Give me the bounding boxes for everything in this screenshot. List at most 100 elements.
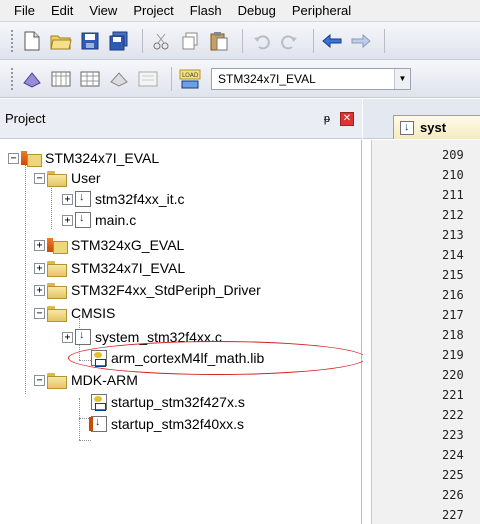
tree-label: stm32f4xx_it.c bbox=[95, 191, 185, 207]
pin-icon[interactable]: ᵽ bbox=[324, 113, 330, 125]
line-number: 219 bbox=[442, 348, 464, 362]
line-number: 210 bbox=[442, 168, 464, 182]
menu-file[interactable]: File bbox=[6, 3, 43, 18]
file-icon bbox=[75, 212, 91, 228]
translate-icon[interactable] bbox=[20, 67, 44, 91]
tree-node-stdperiph[interactable]: + STM32F4xx_StdPeriph_Driver bbox=[34, 280, 261, 300]
undo-icon[interactable] bbox=[249, 29, 273, 53]
tree-label: STM324x7I_EVAL bbox=[71, 260, 186, 276]
rebuild-icon[interactable] bbox=[78, 67, 102, 91]
save-all-icon[interactable] bbox=[107, 29, 131, 53]
build-icon[interactable] bbox=[49, 67, 73, 91]
line-number: 218 bbox=[442, 328, 464, 342]
menu-bar: File Edit View Project Flash Debug Perip… bbox=[0, 0, 480, 22]
expand-icon[interactable]: + bbox=[34, 262, 45, 274]
save-icon[interactable] bbox=[78, 29, 102, 53]
svg-text:LOAD: LOAD bbox=[182, 72, 199, 79]
cut-icon[interactable] bbox=[149, 29, 173, 53]
editor-tab-label: syst bbox=[420, 120, 447, 135]
line-number: 212 bbox=[442, 208, 464, 222]
asm-file-icon bbox=[91, 394, 107, 411]
editor-tab[interactable]: syst bbox=[393, 115, 480, 139]
line-number: 224 bbox=[442, 448, 464, 462]
collapse-icon[interactable]: − bbox=[8, 152, 19, 164]
forward-arrow-icon[interactable] bbox=[349, 29, 373, 53]
tree-label: startup_stm32f40xx.s bbox=[111, 416, 245, 432]
collapse-icon[interactable]: − bbox=[34, 172, 45, 184]
tree-node-cmsis[interactable]: − CMSIS bbox=[34, 303, 115, 323]
new-file-icon[interactable] bbox=[20, 29, 44, 53]
target-icon bbox=[47, 238, 68, 254]
toolbar-grip[interactable] bbox=[10, 28, 14, 53]
menu-debug[interactable]: Debug bbox=[230, 3, 284, 18]
toolbar-separator bbox=[242, 28, 243, 53]
line-number-gutter: 209 210 211 212 213 214 215 216 217 218 219 220 221 2… bbox=[371, 140, 480, 524]
line-number: 214 bbox=[442, 248, 464, 262]
editor-area[interactable]: 209 210 211 212 213 214 215 216 217 218 219 220 221 2… bbox=[363, 140, 480, 524]
folder-icon bbox=[47, 306, 67, 322]
target-select-value: STM324x7I_EVAL bbox=[218, 71, 316, 86]
build-toolbar: LOAD STM324x7I_EVAL ▼ bbox=[0, 60, 480, 98]
tree-node-root[interactable]: − STM324x7I_EVAL bbox=[8, 148, 159, 168]
toolbar-separator bbox=[384, 28, 385, 53]
tree-node-startup427[interactable]: startup_stm32f427x.s bbox=[91, 392, 245, 412]
expand-icon[interactable]: + bbox=[62, 193, 73, 205]
menu-flash[interactable]: Flash bbox=[182, 3, 230, 18]
file-icon bbox=[75, 329, 91, 345]
collapse-icon[interactable]: − bbox=[34, 307, 45, 319]
tree-node-stm32f4xx-it[interactable]: + stm32f4xx_it.c bbox=[62, 189, 184, 209]
chevron-down-icon[interactable]: ▼ bbox=[394, 68, 410, 89]
tree-node-g-eval[interactable]: + STM324xG_EVAL bbox=[34, 235, 184, 255]
close-icon[interactable]: ✕ bbox=[340, 111, 354, 126]
tree-connector bbox=[79, 398, 80, 440]
line-number: 227 bbox=[442, 508, 464, 522]
open-folder-icon[interactable] bbox=[49, 29, 73, 53]
batch-build-icon[interactable] bbox=[107, 67, 131, 91]
toolbar-separator bbox=[313, 28, 314, 53]
line-number: 217 bbox=[442, 308, 464, 322]
asm-file-icon bbox=[89, 416, 107, 432]
menu-edit[interactable]: Edit bbox=[43, 3, 81, 18]
toolbar-separator bbox=[171, 66, 172, 91]
line-number: 223 bbox=[442, 428, 464, 442]
target-icon bbox=[21, 151, 42, 167]
line-number: 209 bbox=[442, 148, 464, 162]
line-number: 211 bbox=[442, 188, 464, 202]
tree-connector bbox=[25, 158, 26, 394]
tree-label: STM32F4xx_StdPeriph_Driver bbox=[71, 282, 261, 298]
tree-node-user[interactable]: − User bbox=[34, 168, 101, 188]
menu-peripheral[interactable]: Peripheral bbox=[284, 3, 359, 18]
line-number: 213 bbox=[442, 228, 464, 242]
line-number: 216 bbox=[442, 288, 464, 302]
back-arrow-icon[interactable] bbox=[320, 29, 344, 53]
file-icon bbox=[400, 120, 414, 135]
expand-icon[interactable]: + bbox=[62, 214, 73, 226]
project-tree: − STM324x7I_EVAL − User + stm32f4xx_it.c… bbox=[0, 140, 362, 524]
folder-icon bbox=[47, 171, 67, 187]
tree-connector bbox=[79, 440, 91, 441]
menu-project[interactable]: Project bbox=[125, 3, 181, 18]
paste-icon[interactable] bbox=[207, 29, 231, 53]
tree-label: startup_stm32f427x.s bbox=[111, 394, 245, 410]
tree-node-startup40[interactable]: startup_stm32f40xx.s bbox=[89, 414, 245, 434]
collapse-icon[interactable]: − bbox=[34, 374, 45, 386]
toolbar-separator bbox=[142, 28, 143, 53]
tree-node-mdk[interactable]: − MDK-ARM bbox=[34, 370, 138, 390]
folder-icon bbox=[47, 261, 67, 277]
project-panel-header: Project ᵽ ✕ bbox=[0, 99, 362, 139]
tree-label: main.c bbox=[95, 212, 137, 228]
stop-build-icon[interactable] bbox=[136, 67, 160, 91]
expand-icon[interactable]: + bbox=[34, 284, 45, 296]
editor-tab-strip: syst bbox=[363, 99, 480, 139]
expand-icon[interactable]: + bbox=[62, 331, 73, 343]
download-icon[interactable]: LOAD bbox=[178, 67, 202, 91]
menu-view[interactable]: View bbox=[81, 3, 125, 18]
copy-icon[interactable] bbox=[178, 29, 202, 53]
file-toolbar bbox=[0, 22, 480, 60]
expand-icon[interactable]: + bbox=[34, 239, 45, 251]
target-select[interactable]: STM324x7I_EVAL ▼ bbox=[211, 67, 411, 90]
toolbar-grip[interactable] bbox=[10, 66, 14, 91]
redo-icon[interactable] bbox=[278, 29, 302, 53]
tree-node-main[interactable]: + main.c bbox=[62, 210, 136, 230]
tree-node-i-eval[interactable]: + STM324x7I_EVAL bbox=[34, 258, 185, 278]
